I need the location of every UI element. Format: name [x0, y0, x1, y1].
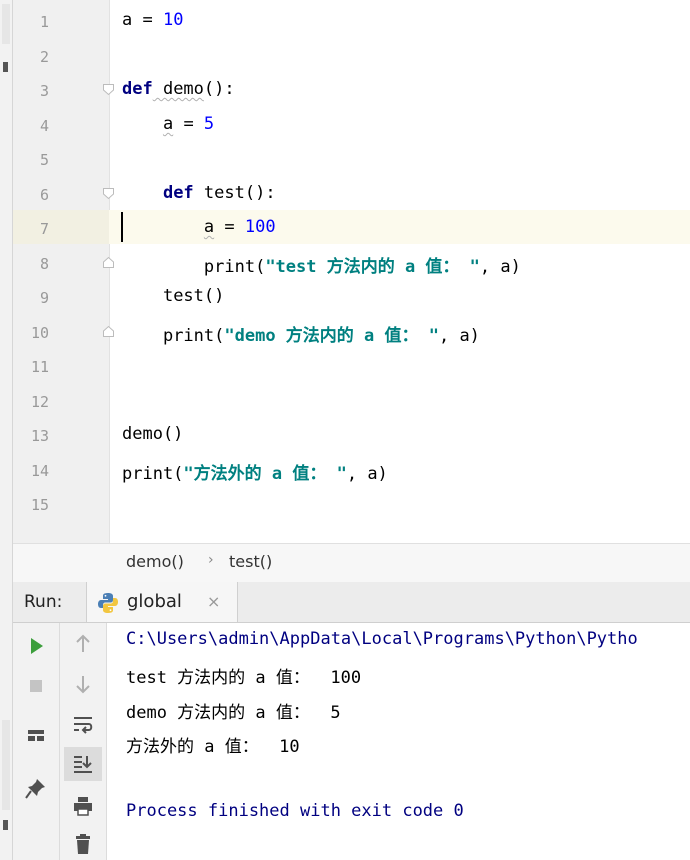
code-line-10: print("demo 方法内的 a 值： ", a) — [122, 321, 480, 346]
trash-icon[interactable] — [70, 831, 96, 857]
code-line-6: def test(): — [122, 183, 276, 203]
run-tool-window-header: Run: global × — [13, 582, 690, 623]
line-number: 1 — [39, 13, 49, 31]
fold-close-icon[interactable] — [102, 325, 115, 338]
console-line: demo 方法内的 a 值： 5 — [126, 703, 341, 723]
tool-tab-marker — [3, 62, 8, 72]
close-icon[interactable]: × — [207, 592, 220, 611]
stop-icon[interactable] — [23, 673, 49, 699]
console-line: 方法外的 a 值： 10 — [126, 737, 300, 757]
down-arrow-icon[interactable] — [70, 671, 96, 697]
run-icon[interactable] — [23, 633, 49, 659]
text-caret — [121, 212, 123, 242]
code-token: 5 — [203, 114, 215, 134]
code-string: "test 方法内的 a 值： " — [265, 257, 480, 277]
line-number: 2 — [39, 48, 49, 66]
breadcrumb-item-demo[interactable]: demo() — [126, 552, 184, 571]
code-token: a — [122, 10, 133, 30]
run-label: Run: — [24, 592, 63, 612]
console-output[interactable]: C:\Users\admin\AppData\Local\Programs\Py… — [126, 623, 638, 821]
code-token: 100 — [244, 217, 276, 237]
code-token: 10 — [162, 10, 184, 30]
line-number: 3 — [39, 82, 49, 100]
current-line-highlight — [13, 210, 690, 244]
code-token: def — [122, 79, 153, 99]
code-token: = — [214, 217, 245, 237]
code-token: print( — [162, 326, 225, 346]
line-number: 14 — [30, 462, 49, 480]
breadcrumb-item-test[interactable]: test() — [229, 552, 272, 571]
fold-open-icon[interactable] — [102, 187, 115, 200]
run-tab-global[interactable]: global × — [86, 582, 238, 622]
line-number: 13 — [30, 427, 49, 445]
code-string: "demo 方法内的 a 值： " — [224, 326, 439, 346]
code-token: = — [173, 114, 204, 134]
code-line-14: print("方法外的 a 值： ", a) — [122, 459, 388, 484]
code-token: , a) — [479, 257, 521, 277]
code-token: test — [193, 183, 245, 203]
code-line-8: print("test 方法内的 a 值： ", a) — [122, 252, 521, 277]
code-token: test() — [162, 286, 225, 306]
rerun-layout-icon[interactable] — [23, 723, 49, 749]
code-token: (): — [203, 79, 235, 99]
code-token: print( — [203, 257, 266, 277]
line-number: 4 — [39, 117, 49, 135]
code-token: = — [132, 10, 163, 30]
code-token: def — [162, 183, 194, 203]
code-token: (): — [244, 183, 276, 203]
code-line-7: a = 100 — [122, 217, 276, 237]
code-token: a — [162, 114, 174, 134]
console-line-path: C:\Users\admin\AppData\Local\Programs\Py… — [126, 629, 638, 649]
fold-close-icon[interactable] — [102, 256, 115, 269]
code-token: demo() — [122, 424, 184, 444]
tool-tab-marker-2 — [3, 820, 8, 830]
project-tool-tab[interactable] — [2, 4, 10, 44]
code-token: , a) — [346, 464, 388, 484]
code-line-3: def demo(): — [122, 79, 235, 99]
code-string: "方法外的 a 值： " — [183, 464, 347, 484]
breadcrumb: demo() › test() — [13, 543, 690, 583]
code-token: print( — [122, 464, 184, 484]
code-line-1: a = 10 — [122, 10, 183, 30]
line-number: 8 — [39, 255, 49, 273]
breadcrumb-separator: › — [208, 552, 214, 568]
line-number: 12 — [30, 393, 49, 411]
soft-wrap-icon[interactable] — [70, 711, 96, 737]
line-number: 15 — [30, 496, 49, 514]
run-tab-title: global — [127, 591, 182, 612]
line-number: 5 — [39, 151, 49, 169]
run-toolbar-primary — [13, 623, 60, 860]
code-token: demo — [152, 79, 204, 99]
code-token: a — [203, 217, 215, 237]
print-icon[interactable] — [70, 793, 96, 819]
console-line: test 方法内的 a 值： 100 — [126, 668, 362, 688]
run-output-panel: C:\Users\admin\AppData\Local\Programs\Py… — [13, 623, 690, 860]
run-toolbar-secondary — [60, 623, 107, 860]
line-number: 9 — [39, 289, 49, 307]
scroll-to-end-icon[interactable] — [70, 751, 96, 777]
code-line-4: a = 5 — [122, 114, 214, 134]
code-line-13: demo() — [122, 424, 183, 444]
line-number: 10 — [30, 324, 49, 342]
line-number: 11 — [30, 358, 49, 376]
left-tool-strip — [0, 0, 13, 860]
code-line-9: test() — [122, 286, 224, 306]
line-number: 6 — [39, 186, 49, 204]
code-token: , a) — [438, 326, 480, 346]
console-line-exit: Process finished with exit code 0 — [126, 801, 464, 821]
fold-open-icon[interactable] — [102, 83, 115, 96]
code-editor[interactable]: 1 2 3 4 5 6 7 8 9 10 11 12 13 14 15 a = … — [13, 0, 690, 543]
up-arrow-icon[interactable] — [70, 631, 96, 657]
line-number: 7 — [39, 220, 49, 238]
python-icon — [98, 593, 118, 613]
pin-icon[interactable] — [23, 775, 49, 801]
structure-tool-tab[interactable] — [2, 720, 10, 810]
